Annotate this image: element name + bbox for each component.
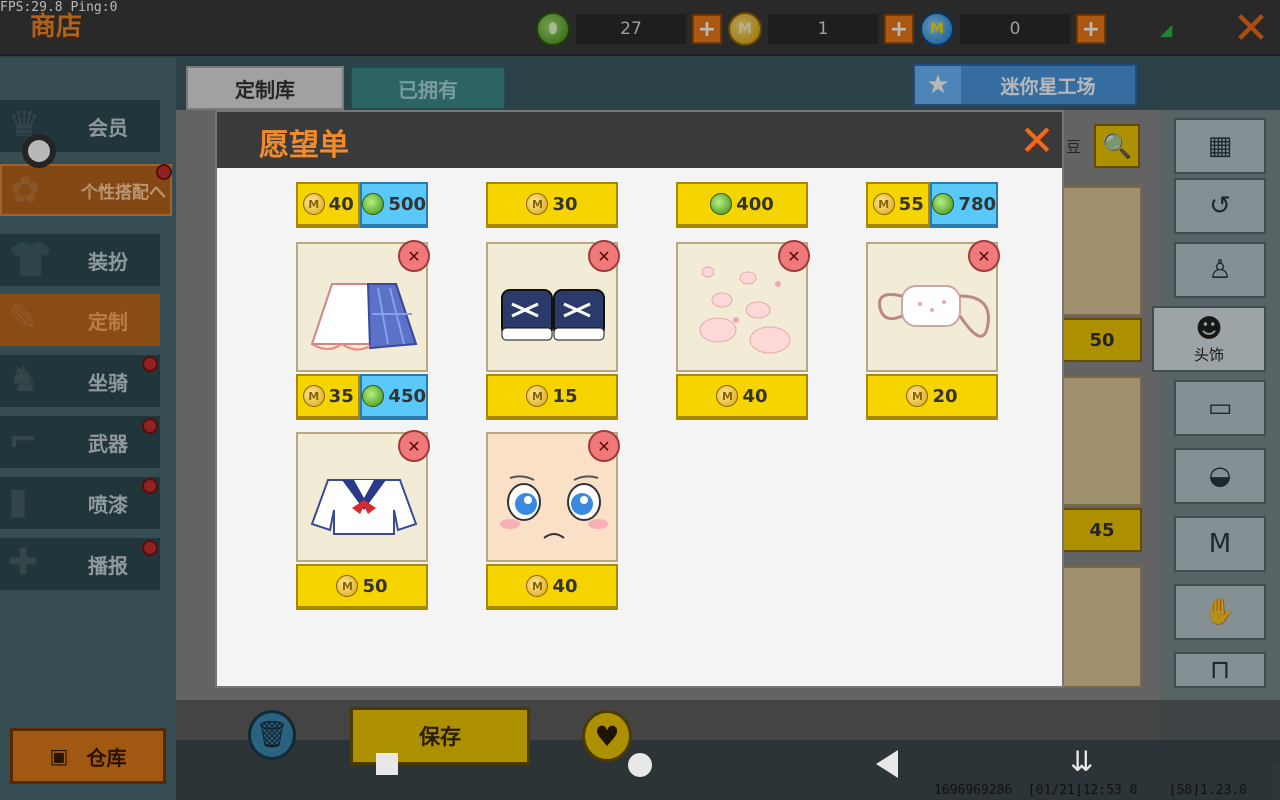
wishlist-item: ✕ M 40: [676, 182, 810, 422]
remove-item-button[interactable]: ✕: [398, 430, 430, 462]
remove-item-button[interactable]: ✕: [968, 240, 1000, 272]
build-status: 1696969286 [01/21]12:53 0 [58]1.23.0: [934, 783, 1248, 798]
mini-coin-icon: M: [906, 385, 929, 407]
wishlist-item: ✕ M 50: [296, 372, 430, 612]
price-value: 40: [552, 575, 578, 597]
hide-nav-icon[interactable]: ⇊: [1070, 748, 1093, 776]
gold-price-button[interactable]: M 20: [866, 374, 998, 420]
remove-item-button[interactable]: ✕: [778, 240, 810, 272]
remove-item-button[interactable]: ✕: [398, 240, 430, 272]
gold-price-button[interactable]: M 40: [486, 564, 618, 610]
home-button[interactable]: [628, 753, 652, 777]
wishlist-item: ✕ M 20: [866, 182, 1000, 422]
back-button[interactable]: [876, 750, 898, 778]
recent-apps-button[interactable]: [376, 753, 398, 775]
price-value: 40: [742, 385, 768, 407]
mini-coin-icon: M: [526, 575, 549, 597]
mini-coin-icon: M: [716, 385, 739, 407]
close-wishlist-button[interactable]: ✕: [1015, 116, 1059, 165]
wishlist-item: ✕ M 40: [486, 372, 620, 612]
mini-coin-icon: M: [336, 575, 359, 597]
gold-price-button[interactable]: M 50: [296, 564, 428, 610]
remove-item-button[interactable]: ✕: [588, 240, 620, 272]
price-value: 50: [362, 575, 388, 597]
wishlist-dialog: 愿望单 ✕ M 40 500 M 30 400 M 55 780 ✕ M 35 …: [215, 110, 1064, 688]
wishlist-header: 愿望单 ✕: [217, 112, 1062, 168]
wishlist-title: 愿望单: [259, 128, 349, 163]
price-value: 20: [932, 385, 958, 407]
gold-price-button[interactable]: M 40: [676, 374, 808, 420]
remove-item-button[interactable]: ✕: [588, 430, 620, 462]
